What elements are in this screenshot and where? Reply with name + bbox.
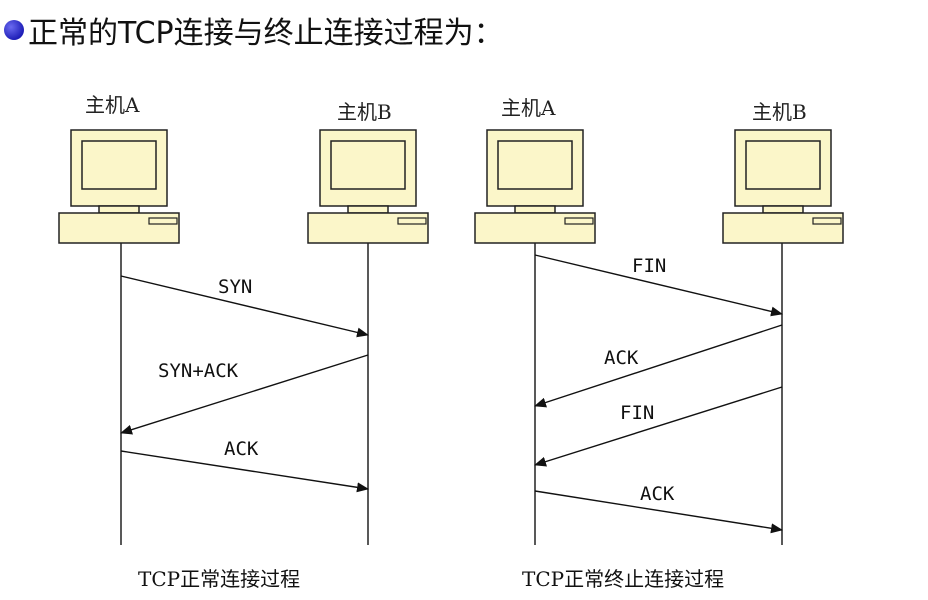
ack-label: ACK	[640, 483, 675, 505]
computer-icon	[58, 129, 180, 244]
fin-label: FIN	[632, 255, 666, 277]
fin-arrow	[534, 386, 783, 467]
host-a-label: 主机A	[501, 96, 556, 120]
ack-label: ACK	[604, 347, 639, 369]
connection-diagram: 主机A 主机B SYN SYN+ACK ACK TCP正常连接过程	[58, 93, 429, 591]
computer-icon	[722, 129, 844, 244]
termination-diagram: 主机A 主机B FIN ACK FIN ACK TCP正常终止连接过程	[474, 96, 844, 591]
connection-caption: TCP正常连接过程	[138, 567, 300, 591]
host-b-label: 主机B	[337, 100, 392, 124]
syn-label: SYN	[218, 276, 252, 298]
ack-arrow	[534, 324, 783, 408]
host-a-label: 主机A	[85, 93, 140, 117]
computer-icon	[307, 129, 429, 244]
computer-icon	[474, 129, 596, 244]
ack-label: ACK	[224, 438, 259, 460]
syn-ack-label: SYN+ACK	[158, 360, 239, 382]
host-b-label: 主机B	[752, 100, 807, 124]
termination-caption: TCP正常终止连接过程	[522, 567, 724, 591]
tcp-diagrams: 主机A 主机B SYN SYN+ACK ACK TCP正常连接过程 主机A 主机…	[58, 93, 844, 591]
fin-label: FIN	[620, 402, 654, 424]
